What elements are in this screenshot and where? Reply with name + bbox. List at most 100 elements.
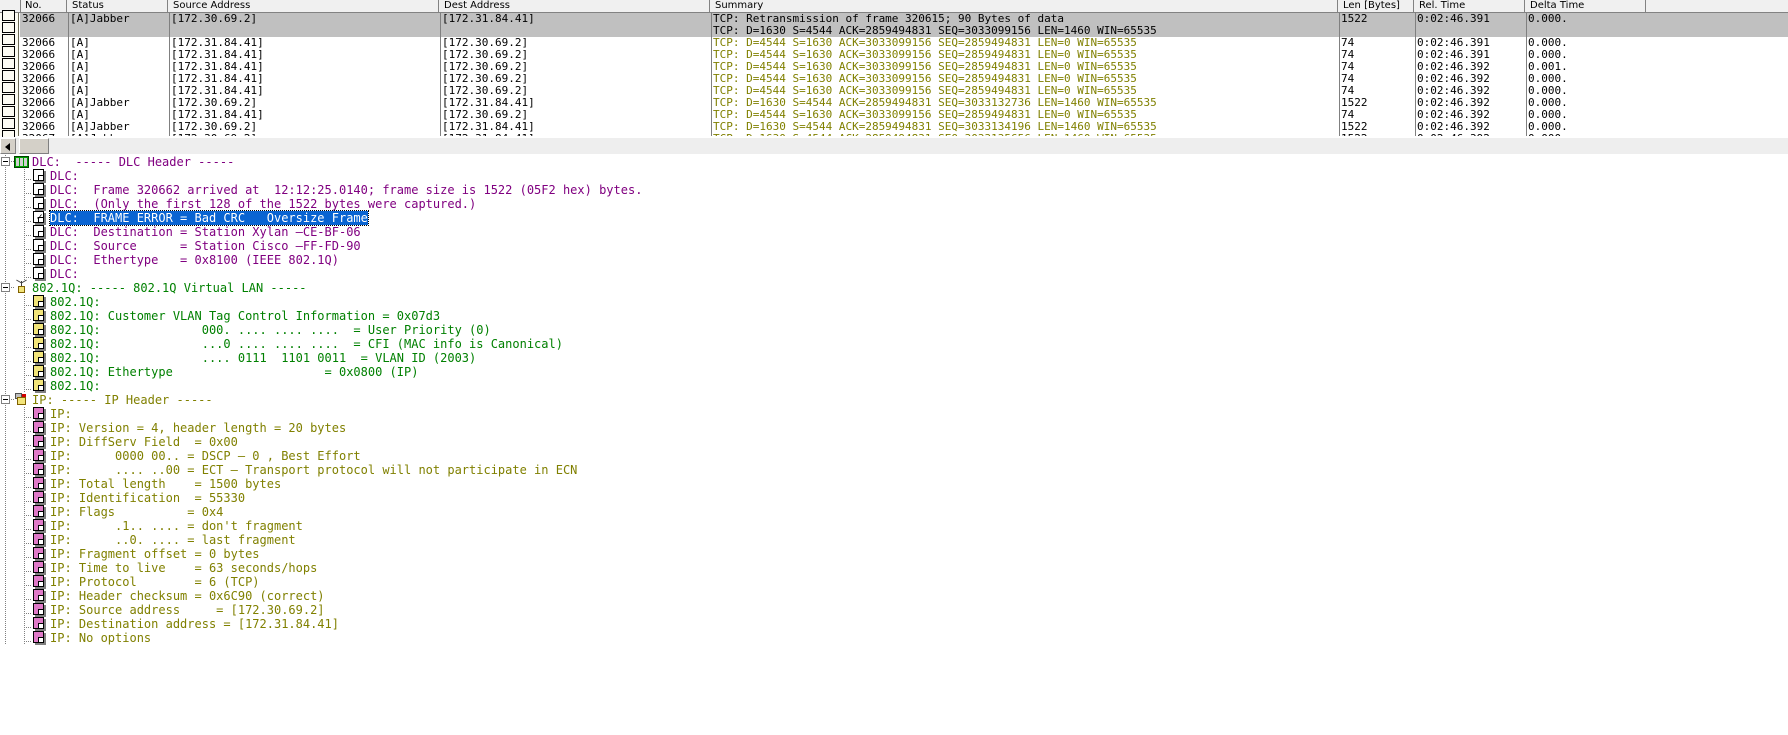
tree-child-node[interactable]: IP: .1.. .... = don't fragment [0, 519, 1788, 533]
tree-node-label: 802.1Q: Customer VLAN Tag Control Inform… [50, 309, 441, 323]
packet-row[interactable]: 32066 [A] [172.31.84.41] [172.30.69.2] TCP: … [20, 73, 1788, 85]
packet-list-hscrollbar[interactable] [0, 137, 1788, 154]
packet-marker-checkbox[interactable] [2, 82, 15, 93]
packet-marker-checkbox[interactable] [2, 106, 15, 117]
packet-row[interactable]: 32067 [A]Jabber [172.30.69.2] [172.31.84.41… [20, 133, 1788, 136]
tree-connector [24, 445, 32, 446]
tree-node-label: IP: DiffServ Field = 0x00 [50, 435, 238, 449]
packet-row[interactable]: 32066 [A] [172.31.84.41] [172.30.69.2] TCP: … [20, 61, 1788, 73]
tree-connector [24, 501, 32, 502]
tree-child-node[interactable]: IP: Destination address = [172.31.84.41] [0, 617, 1788, 631]
tree-child-node[interactable]: IP: Fragment offset = 0 bytes [0, 547, 1788, 561]
packet-marker-checkbox[interactable] [2, 58, 15, 69]
tree-child-node[interactable]: IP: .... ..00 = ECT – Transport protocol… [0, 463, 1788, 477]
tree-collapse-toggle-icon[interactable] [1, 283, 10, 292]
packet-list-marker-gutter[interactable] [0, 10, 19, 141]
column-separator[interactable] [1526, 13, 1527, 136]
packet-row[interactable]: 32066 [A] [172.31.84.41] [172.30.69.2] TCP: … [20, 37, 1788, 49]
tree-connector [24, 431, 32, 432]
column-header-delta-time[interactable]: Delta Time [1526, 0, 1646, 13]
tree-node-label: DLC: FRAME ERROR = Bad CRC Oversize Fram… [49, 210, 369, 226]
column-header-dest-address[interactable]: Dest Address [440, 0, 710, 13]
tree-connector [24, 361, 32, 362]
tree-child-node[interactable]: DLC: [0, 267, 1788, 281]
tree-child-node[interactable]: IP: Total length = 1500 bytes [0, 477, 1788, 491]
tree-child-node[interactable]: DLC: (Only the first 128 of the 1522 byt… [0, 197, 1788, 211]
tree-child-node[interactable]: DLC: [0, 169, 1788, 183]
page-white-icon [33, 183, 47, 197]
column-separator[interactable] [68, 13, 69, 136]
tree-collapse-toggle-icon[interactable] [1, 395, 10, 404]
packet-row[interactable]: 32066 [A] [172.31.84.41] [172.30.69.2] TCP: … [20, 85, 1788, 97]
tree-child-node[interactable]: IP: ..0. .... = last fragment [0, 533, 1788, 547]
packet-marker-checkbox[interactable] [2, 94, 15, 105]
column-separator[interactable] [1415, 13, 1416, 136]
packet-row[interactable]: 32066 [A]Jabber [172.30.69.2] [172.31.84.41… [20, 13, 1788, 37]
tree-root-node[interactable]: DLC: ----- DLC Header ----- [0, 155, 1788, 169]
packet-marker-checkbox[interactable] [2, 22, 15, 33]
packet-list-pane[interactable]: No. Status Source Address Dest Address Summa… [0, 0, 1788, 141]
tree-collapse-toggle-icon[interactable] [1, 157, 10, 166]
packet-marker-checkbox[interactable] [2, 10, 15, 21]
cell-summary: TCP: D=1630 S=4544 ACK=2859494831 SEQ=30… [713, 133, 1337, 136]
packet-list-header[interactable]: No. Status Source Address Dest Address Summa… [0, 0, 1788, 13]
tree-child-node[interactable]: IP: Version = 4, header length = 20 byte… [0, 421, 1788, 435]
tree-node-label: DLC: Ethertype = 0x8100 (IEEE 802.1Q) [50, 253, 339, 267]
tree-child-node[interactable]: 802.1Q: 000. .... .... .... = User Prior… [0, 323, 1788, 337]
packet-marker-checkbox[interactable] [2, 34, 15, 45]
tree-guideline [24, 211, 25, 225]
tree-root-node[interactable]: 802.1Q: ----- 802.1Q Virtual LAN ----- [0, 279, 1788, 295]
tree-child-node[interactable]: IP: Header checksum = 0x6C90 (correct) [0, 589, 1788, 603]
tree-child-node[interactable]: 802.1Q: Ethertype = 0x0800 (IP) [0, 365, 1788, 379]
tree-guideline [24, 225, 25, 239]
tree-guideline [24, 351, 25, 365]
column-header-status[interactable]: Status [68, 0, 168, 13]
column-header-rel-time[interactable]: Rel. Time [1415, 0, 1525, 13]
column-separator[interactable] [169, 13, 170, 136]
column-header-source-address[interactable]: Source Address [169, 0, 439, 13]
packet-row[interactable]: 32066 [A] [172.31.84.41] [172.30.69.2] TCP: … [20, 109, 1788, 121]
tree-child-node[interactable]: DLC: Ethertype = 0x8100 (IEEE 802.1Q) [0, 253, 1788, 267]
column-separator[interactable] [1339, 13, 1340, 136]
tree-child-node[interactable]: 802.1Q: [0, 379, 1788, 393]
tree-connector [24, 305, 32, 306]
tree-child-node[interactable]: 802.1Q: [0, 295, 1788, 309]
tree-child-node[interactable]: IP: Source address = [172.30.69.2] [0, 603, 1788, 617]
scroll-left-button[interactable] [0, 138, 16, 154]
tree-root-node[interactable]: IP: ----- IP Header ----- [0, 393, 1788, 407]
column-header-no[interactable]: No. [20, 0, 67, 13]
tree-child-node[interactable]: IP: Time to live = 63 seconds/hops [0, 561, 1788, 575]
tree-child-node[interactable]: IP: 0000 00.. = DSCP – 0 , Best Effort [0, 449, 1788, 463]
tree-child-node[interactable]: IP: [0, 407, 1788, 421]
packet-row[interactable]: 32066 [A]Jabber [172.30.69.2] [172.31.84.41… [20, 97, 1788, 109]
tree-child-node[interactable]: ✓ DLC: FRAME ERROR = Bad CRC Oversize Fra… [0, 210, 1788, 226]
tree-child-node[interactable]: DLC: Source = Station Cisco –FF-FD-90 [0, 239, 1788, 253]
packet-marker-checkbox[interactable] [2, 70, 15, 81]
column-header-summary[interactable]: Summary [711, 0, 1338, 13]
cell-source-address: [172.31.84.41] [171, 61, 264, 73]
packet-detail-tree[interactable]: DLC: ----- DLC Header ----- DLC: DLC: Fram… [0, 155, 1788, 735]
tree-child-node[interactable]: IP: Protocol = 6 (TCP) [0, 575, 1788, 589]
packet-row[interactable]: 32066 [A]Jabber [172.30.69.2] [172.31.84.41… [20, 121, 1788, 133]
hscrollbar-thumb[interactable] [19, 138, 49, 154]
tree-child-node[interactable]: 802.1Q: .... 0111 1101 0011 = VLAN ID (2… [0, 351, 1788, 365]
cell-number: 32066 [22, 61, 56, 73]
tree-guideline [24, 407, 25, 421]
column-separator[interactable] [440, 13, 441, 136]
tree-child-node[interactable]: 802.1Q: ...0 .... .... .... = CFI (MAC i… [0, 337, 1788, 351]
column-separator[interactable] [711, 13, 712, 136]
tree-child-node[interactable]: IP: No options [0, 631, 1788, 645]
tree-child-node[interactable]: IP: Flags = 0x4 [0, 505, 1788, 519]
packet-row[interactable]: 32066 [A] [172.31.84.41] [172.30.69.2] TCP: … [20, 49, 1788, 61]
cell-source-address: [172.31.84.41] [171, 73, 264, 85]
tree-child-node[interactable]: DLC: Frame 320662 arrived at 12:12:25.01… [0, 183, 1788, 197]
packet-marker-checkbox[interactable] [2, 46, 15, 57]
packet-marker-checkbox[interactable] [2, 118, 15, 129]
tree-node-label: IP: Identification = 55330 [50, 491, 246, 505]
packet-list-rows[interactable]: 32066 [A]Jabber [172.30.69.2] [172.31.84.41… [20, 13, 1788, 136]
column-header-len-bytes[interactable]: Len [Bytes] [1339, 0, 1414, 13]
tree-child-node[interactable]: IP: DiffServ Field = 0x00 [0, 435, 1788, 449]
tree-child-node[interactable]: DLC: Destination = Station Xylan –CE-BF-… [0, 225, 1788, 239]
tree-child-node[interactable]: IP: Identification = 55330 [0, 491, 1788, 505]
tree-child-node[interactable]: 802.1Q: Customer VLAN Tag Control Inform… [0, 309, 1788, 323]
